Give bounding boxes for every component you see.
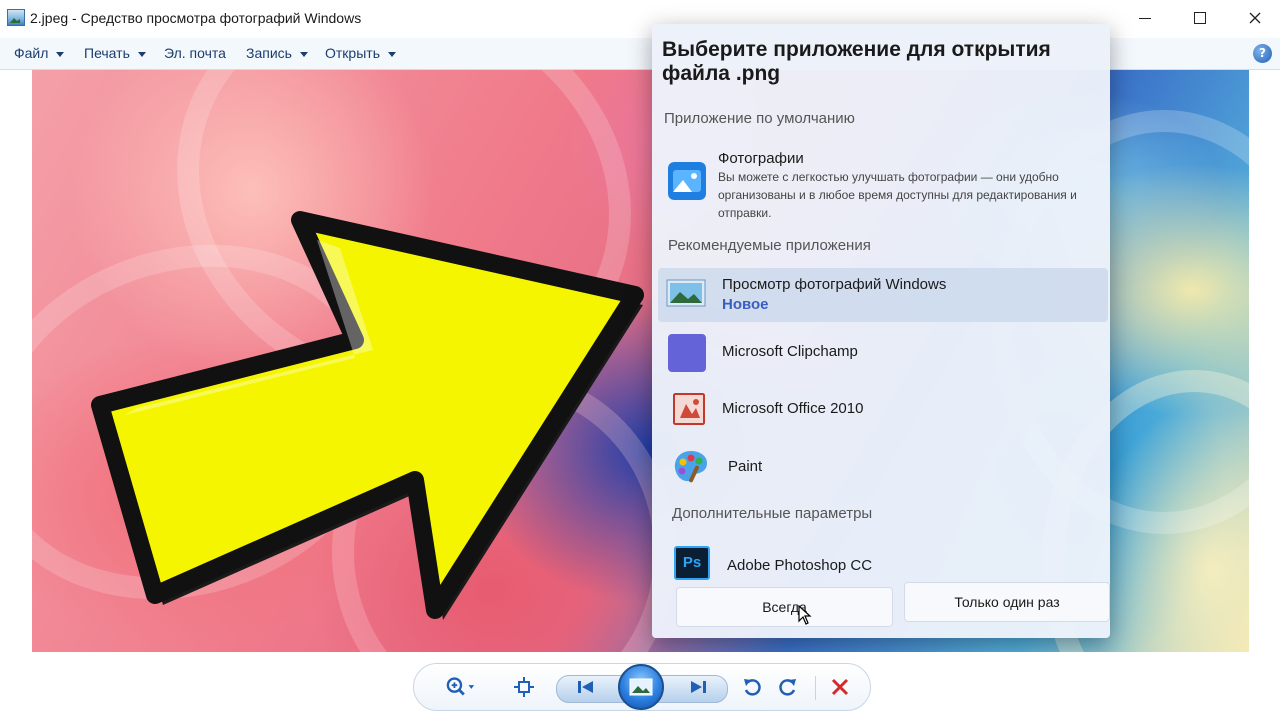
previous-icon: [578, 681, 593, 693]
actual-size-button[interactable]: [509, 672, 539, 702]
menu-file-label: Файл: [14, 45, 49, 61]
rotate-right-icon: [779, 679, 796, 696]
chevron-down-icon: [56, 51, 65, 57]
menu-email[interactable]: Эл. почта: [164, 45, 226, 61]
rotate-right-button[interactable]: [773, 672, 803, 702]
app-clipchamp[interactable]: Microsoft Clipchamp: [658, 326, 1108, 380]
default-app-name: Фотографии: [718, 150, 804, 167]
bottom-toolbar: [0, 652, 1280, 720]
zoom-icon: [446, 677, 475, 696]
paint-icon: [674, 451, 707, 483]
recommended-apps-heading: Рекомендуемые приложения: [668, 237, 871, 254]
menu-open-label: Открыть: [325, 45, 380, 61]
app-new-badge: Новое: [722, 296, 769, 313]
photoshop-icon: Ps: [674, 546, 710, 580]
menu-email-label: Эл. почта: [164, 45, 226, 61]
more-options-heading: Дополнительные параметры: [672, 505, 873, 522]
open-with-dialog: Выберите приложение для открытия файла .…: [652, 24, 1110, 638]
app-name: Microsoft Clipchamp: [722, 343, 858, 360]
delete-button[interactable]: [825, 672, 855, 702]
chevron-down-icon: [137, 51, 146, 57]
clipchamp-icon: [668, 334, 706, 372]
menu-print-label: Печать: [84, 45, 130, 61]
yellow-arrow-annotation: [91, 211, 644, 620]
actual-size-icon: [514, 677, 534, 697]
maximize-button[interactable]: [1173, 0, 1227, 36]
always-button[interactable]: Всегда: [676, 587, 893, 627]
close-icon: [1249, 12, 1261, 24]
app-name: Microsoft Office 2010: [722, 400, 864, 417]
maximize-icon: [1194, 12, 1206, 24]
menu-burn-label: Запись: [246, 45, 292, 61]
windows-photo-viewer-icon: [666, 279, 706, 307]
photos-app-icon: [668, 162, 706, 200]
slideshow-button[interactable]: [618, 664, 664, 710]
zoom-button[interactable]: [446, 672, 476, 702]
menu-open[interactable]: Открыть: [325, 45, 396, 61]
menu-burn[interactable]: Запись: [246, 45, 308, 61]
minimize-button[interactable]: [1118, 0, 1172, 36]
app-office-2010[interactable]: Microsoft Office 2010: [658, 382, 1108, 436]
next-icon: [691, 681, 706, 693]
default-app-description: Вы можете с легкостью улучшать фотографи…: [718, 170, 1077, 220]
app-photoshop[interactable]: Ps Adobe Photoshop CC: [658, 540, 1108, 580]
app-name: Adobe Photoshop CC: [727, 557, 873, 574]
app-windows-photo-viewer[interactable]: Просмотр фотографий Windows Новое: [658, 268, 1108, 322]
toolbar-separator: [815, 676, 816, 700]
window-title: 2.jpeg - Средство просмотра фотографий W…: [30, 10, 362, 26]
menu-print[interactable]: Печать: [84, 45, 146, 61]
chevron-down-icon: [299, 51, 308, 57]
app-name: Просмотр фотографий Windows: [722, 276, 947, 293]
rotate-left-icon: [744, 679, 761, 696]
close-button[interactable]: [1228, 0, 1280, 36]
default-app-heading: Приложение по умолчанию: [664, 110, 855, 127]
mouse-cursor-icon: [798, 605, 812, 625]
delete-icon: [831, 678, 849, 696]
rotate-left-button[interactable]: [737, 672, 767, 702]
minimize-icon: [1139, 17, 1151, 19]
just-once-button[interactable]: Только один раз: [904, 582, 1110, 622]
app-name: Paint: [728, 458, 763, 475]
previous-button[interactable]: [571, 672, 601, 702]
office-2010-icon: [673, 393, 705, 425]
app-paint[interactable]: Paint: [658, 440, 1108, 494]
chevron-down-icon: [387, 51, 396, 57]
dialog-title: Выберите приложение для открытия файла .…: [662, 38, 1051, 85]
menu-file[interactable]: Файл: [14, 45, 65, 61]
help-icon[interactable]: ?: [1253, 44, 1272, 63]
slideshow-icon: [629, 678, 653, 696]
next-button[interactable]: [683, 672, 713, 702]
photo-viewer-app-icon: [7, 9, 25, 26]
